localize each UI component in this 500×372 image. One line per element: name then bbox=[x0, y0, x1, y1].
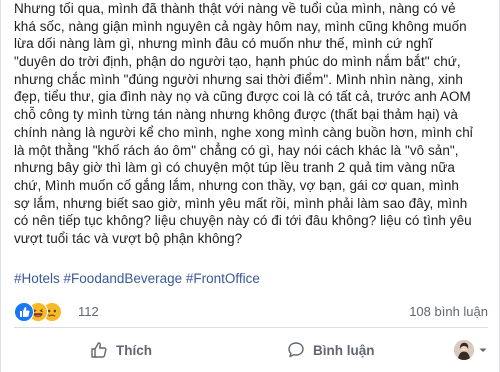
comment-count-link[interactable]: 108 bình luận bbox=[409, 304, 488, 319]
divider bbox=[14, 327, 488, 328]
post-line: là một thằng "khố rách áo ôm" chẳng có g… bbox=[14, 142, 459, 158]
like-button-label: Thích bbox=[116, 342, 152, 358]
action-bar: Thích Bình luận bbox=[14, 333, 488, 367]
like-icon bbox=[14, 302, 34, 322]
comment-icon bbox=[288, 342, 304, 358]
like-button[interactable]: Thích bbox=[90, 333, 152, 367]
post-line: "duyên do trời định, phận do người tạo, … bbox=[14, 54, 461, 70]
post-card: Nhưng tối qua, mình đã thành thật với nà… bbox=[0, 0, 500, 372]
hashtag-list: #Hotels #FoodandBeverage #FrontOffice bbox=[14, 271, 260, 286]
reaction-identity-selector[interactable] bbox=[454, 333, 496, 367]
post-line: nhưng chắc mình "đúng người nhưng sai th… bbox=[14, 71, 463, 87]
thumbs-up-icon bbox=[91, 342, 107, 358]
post-line: chỗ công ty mình từng tán nàng nhưng khô… bbox=[14, 107, 458, 123]
post-line: có nên tiếp tục không? liệu chuyện này c… bbox=[14, 213, 472, 229]
reactions-bar: 112 108 bình luận bbox=[14, 301, 488, 323]
post-line: lừa dối nàng làm gì, nhưng mình đâu có m… bbox=[14, 36, 433, 52]
post-body: Nhưng tối qua, mình đã thành thật với nà… bbox=[14, 0, 490, 248]
hashtag-hotels-link[interactable]: #Hotels bbox=[14, 271, 60, 286]
post-line: chính nàng là người kể cho mình, nghe xo… bbox=[14, 124, 473, 140]
post-line: đẹp, tiểu thư, gia đình này nọ và cũng đ… bbox=[14, 89, 471, 105]
chevron-down-icon bbox=[479, 348, 487, 352]
post-line: chứ, Mình muốn cố gắng lắm, nhưng con th… bbox=[14, 177, 459, 193]
hashtag-front-office-link[interactable]: #FrontOffice bbox=[186, 271, 260, 286]
post-line: sợ lắm, nhưng biết sao giờ, mình yêu mất… bbox=[14, 195, 468, 211]
comment-button[interactable]: Bình luận bbox=[287, 333, 375, 367]
comment-button-label: Bình luận bbox=[313, 342, 375, 358]
hashtag-food-and-beverage-link[interactable]: #FoodandBeverage bbox=[64, 271, 183, 286]
post-line: khá sốc, nàng giận mình nguyên cả ngày h… bbox=[14, 18, 467, 34]
post-line: Nhưng tối qua, mình đã thành thật với nà… bbox=[14, 1, 456, 16]
post-line: vượt tuổi tác và vượt bộ phận không? bbox=[14, 230, 243, 246]
reaction-count[interactable]: 112 bbox=[78, 304, 99, 319]
post-line: nhưng bây giờ thì làm gì có chuyện một t… bbox=[14, 160, 455, 176]
avatar bbox=[454, 340, 474, 360]
